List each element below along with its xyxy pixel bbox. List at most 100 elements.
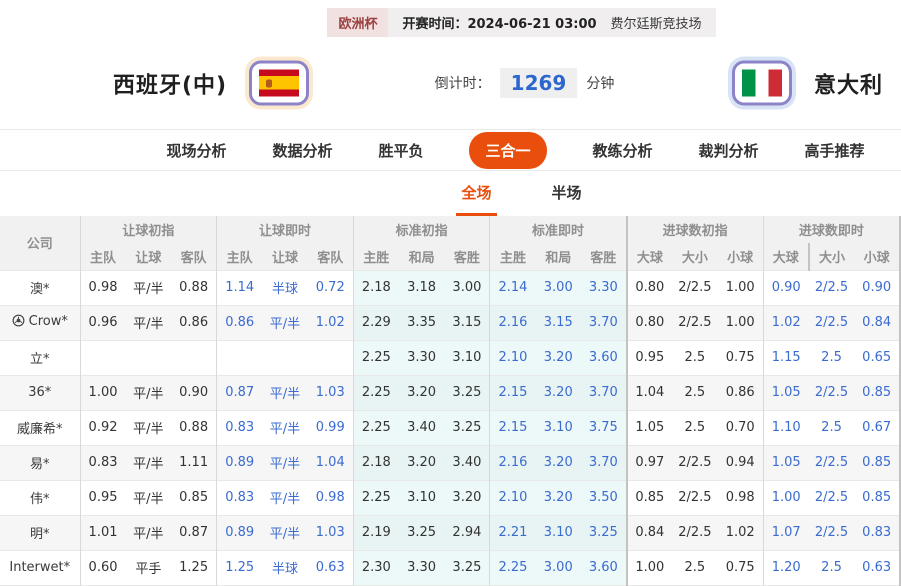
odds-cell: 0.90 bbox=[171, 375, 217, 410]
away-team: 意大利 bbox=[728, 57, 883, 110]
odds-cell: 2.25 bbox=[353, 410, 399, 445]
odds-cell: 0.92 bbox=[80, 410, 126, 445]
odds-cell: 3.60 bbox=[581, 550, 627, 585]
odds-cell: 平/半 bbox=[126, 375, 172, 410]
odds-cell: 0.94 bbox=[718, 445, 764, 480]
nav-item-win-draw-lose[interactable]: 胜平负 bbox=[378, 140, 423, 161]
odds-cell: 0.63 bbox=[308, 550, 354, 585]
odds-cell: 3.60 bbox=[581, 340, 627, 375]
away-flag-frame bbox=[728, 57, 796, 110]
bookmaker-name[interactable]: 澳* bbox=[0, 270, 80, 305]
odds-cell: 0.65 bbox=[854, 340, 900, 375]
nav-item-referee-analysis[interactable]: 裁判分析 bbox=[699, 140, 759, 161]
odds-cell: 0.80 bbox=[627, 270, 673, 305]
odds-cell: 2/2.5 bbox=[809, 515, 855, 550]
odds-cell: 1.00 bbox=[763, 480, 809, 515]
odds-cell: 3.40 bbox=[444, 445, 490, 480]
odds-cell: 3.20 bbox=[535, 340, 581, 375]
tab-full-time[interactable]: 全场 bbox=[456, 182, 496, 216]
odds-cell: 平/半 bbox=[262, 445, 308, 480]
odds-cell: 3.70 bbox=[581, 375, 627, 410]
odds-cell: 2.5 bbox=[672, 410, 718, 445]
odds-cell: 3.10 bbox=[444, 340, 490, 375]
odds-cell: 1.04 bbox=[308, 445, 354, 480]
nav-item-three-in-one[interactable]: 三合一 bbox=[469, 132, 546, 169]
bookmaker-name[interactable]: 易* bbox=[0, 445, 80, 480]
odds-cell: 1.02 bbox=[718, 515, 764, 550]
odds-cell: 0.89 bbox=[217, 445, 263, 480]
odds-cell: 0.80 bbox=[627, 305, 673, 340]
odds-cell: 平/半 bbox=[126, 270, 172, 305]
odds-cell: 2.5 bbox=[672, 550, 718, 585]
odds-cell: 1.05 bbox=[763, 445, 809, 480]
odds-cell: 0.83 bbox=[854, 515, 900, 550]
odds-cell: 1.03 bbox=[308, 375, 354, 410]
nav-item-scene-analysis[interactable]: 现场分析 bbox=[166, 140, 226, 161]
odds-cell bbox=[217, 340, 263, 375]
odds-cell: 1.04 bbox=[627, 375, 673, 410]
odds-cell: 0.83 bbox=[217, 480, 263, 515]
tab-half-time[interactable]: 半场 bbox=[547, 182, 587, 216]
odds-cell: 0.75 bbox=[718, 340, 764, 375]
odds-cell: 2.18 bbox=[353, 270, 399, 305]
bookmaker-name[interactable]: 36* bbox=[0, 375, 80, 410]
odds-cell: 2.5 bbox=[809, 550, 855, 585]
odds-cell bbox=[262, 340, 308, 375]
odds-cell: 3.30 bbox=[399, 340, 445, 375]
odds-cell: 0.99 bbox=[308, 410, 354, 445]
odds-cell: 3.70 bbox=[581, 305, 627, 340]
odds-cell: 0.98 bbox=[308, 480, 354, 515]
odds-cell: 0.90 bbox=[763, 270, 809, 305]
odds-cell: 平/半 bbox=[126, 480, 172, 515]
odds-cell: 3.00 bbox=[535, 550, 581, 585]
odds-cell: 半球 bbox=[262, 550, 308, 585]
column-sub-header: 让球 bbox=[126, 243, 172, 270]
odds-cell: 2.16 bbox=[490, 445, 536, 480]
bookmaker-name[interactable]: 伟* bbox=[0, 480, 80, 515]
odds-cell: 3.20 bbox=[399, 375, 445, 410]
column-group-header: 标准即时 bbox=[490, 216, 627, 243]
odds-cell: 2.18 bbox=[353, 445, 399, 480]
odds-cell: 2.5 bbox=[809, 340, 855, 375]
column-group-header: 让球即时 bbox=[217, 216, 354, 243]
nav-item-expert-picks[interactable]: 高手推荐 bbox=[805, 140, 865, 161]
home-team-name: 西班牙(中) bbox=[113, 67, 227, 99]
odds-cell: 3.20 bbox=[535, 375, 581, 410]
odds-cell: 3.15 bbox=[444, 305, 490, 340]
league-badge: 欧洲杯 bbox=[327, 8, 388, 37]
column-sub-header: 客队 bbox=[171, 243, 217, 270]
odds-cell: 2.10 bbox=[490, 340, 536, 375]
bookmaker-name[interactable]: 立* bbox=[0, 340, 80, 375]
odds-cell: 2.16 bbox=[490, 305, 536, 340]
top-bar: 欧洲杯 开赛时间：2024-06-21 03:00 费尔廷斯竞技场 bbox=[0, 0, 901, 37]
odds-cell bbox=[126, 340, 172, 375]
column-group-header: 进球数即时 bbox=[763, 216, 900, 243]
column-sub-header: 和局 bbox=[399, 243, 445, 270]
odds-cell: 3.30 bbox=[581, 270, 627, 305]
odds-cell: 0.95 bbox=[80, 480, 126, 515]
column-sub-header: 小球 bbox=[718, 243, 764, 270]
odds-cell: 2.10 bbox=[490, 480, 536, 515]
odds-cell: 2.21 bbox=[490, 515, 536, 550]
bookmaker-name[interactable]: 明* bbox=[0, 515, 80, 550]
odds-cell: 1.03 bbox=[308, 515, 354, 550]
odds-cell: 0.85 bbox=[854, 480, 900, 515]
odds-cell: 0.70 bbox=[718, 410, 764, 445]
odds-cell: 1.00 bbox=[627, 550, 673, 585]
odds-cell: 1.05 bbox=[763, 375, 809, 410]
bookmaker-name[interactable]: Interwet* bbox=[0, 550, 80, 585]
odds-cell: 1.11 bbox=[171, 445, 217, 480]
nav-item-data-analysis[interactable]: 数据分析 bbox=[272, 140, 332, 161]
odds-cell: 2/2.5 bbox=[809, 480, 855, 515]
bookmaker-name[interactable]: Crow* bbox=[0, 305, 80, 340]
nav-item-coach-analysis[interactable]: 教练分析 bbox=[593, 140, 653, 161]
odds-cell: 平/半 bbox=[262, 375, 308, 410]
odds-cell: 2.94 bbox=[444, 515, 490, 550]
column-sub-header: 主胜 bbox=[353, 243, 399, 270]
bookmaker-name[interactable]: 威廉希* bbox=[0, 410, 80, 445]
odds-cell: 3.40 bbox=[399, 410, 445, 445]
odds-cell: 3.10 bbox=[399, 480, 445, 515]
home-flag-box bbox=[249, 61, 309, 106]
column-sub-header: 客胜 bbox=[444, 243, 490, 270]
odds-cell: 3.10 bbox=[535, 410, 581, 445]
